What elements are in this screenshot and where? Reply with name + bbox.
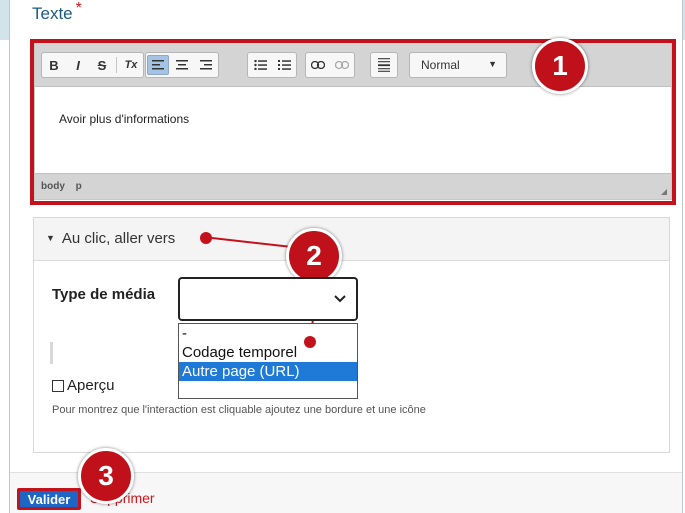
chevron-down-icon [334, 290, 346, 306]
media-type-label: Type de média [52, 286, 156, 303]
preview-hint: Pour montrez que l'interaction est cliqu… [52, 404, 426, 416]
preview-checkbox[interactable] [52, 379, 64, 392]
option-none[interactable]: - [179, 324, 357, 343]
faded-element [50, 342, 53, 364]
callout-badge-2: 2 [286, 228, 342, 284]
preview-label: Aperçu [67, 377, 115, 394]
media-type-select[interactable] [178, 277, 358, 321]
option-other-page-url[interactable]: Autre page (URL) [179, 362, 357, 381]
validate-button[interactable]: Valider [17, 488, 81, 510]
callout-dot-2b [304, 336, 316, 348]
preview-option[interactable]: Aperçu [52, 377, 115, 394]
callout-connector-lines [211, 237, 319, 341]
option-timecode[interactable]: Codage temporel [179, 343, 357, 362]
media-type-options: - Codage temporel Autre page (URL) [178, 323, 358, 399]
callout-badge-3: 3 [78, 448, 134, 504]
